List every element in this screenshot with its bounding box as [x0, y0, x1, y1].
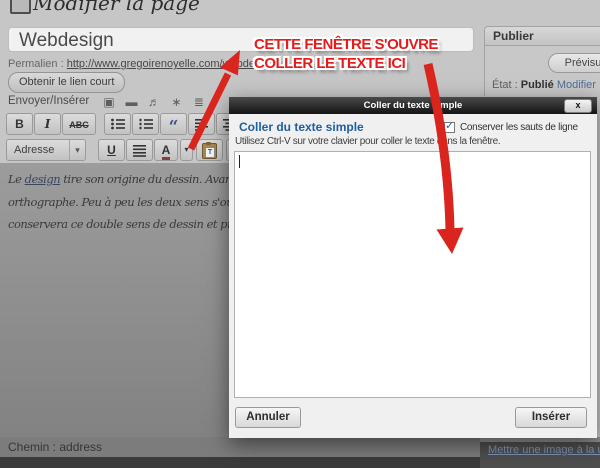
modal-titlebar[interactable]: Coller du texte simple: [229, 97, 597, 114]
publish-box: Publier Prévisu État : Publié Modifier: [484, 26, 600, 96]
status-value: Publié: [521, 79, 554, 91]
keep-linebreaks-checkbox[interactable]: ✓: [444, 122, 455, 133]
permalink-label: Permalien :: [8, 58, 64, 70]
italic-button[interactable]: I: [34, 113, 61, 135]
justify-button[interactable]: [126, 139, 153, 161]
upload-insert-label: Envoyer/Insérer: [8, 95, 89, 107]
modal-heading: Coller du texte simple: [239, 120, 364, 134]
modal-instruction: Utilisez Ctrl-V sur votre clavier pour c…: [235, 136, 500, 147]
annotation-line-2: COLLER LE TEXTE ICI: [254, 55, 405, 72]
editor-line-1: Le design tire son origine du dessin. Av…: [8, 168, 255, 191]
strikethrough-button[interactable]: ABC: [62, 113, 96, 135]
editor-line-2: orthographe. Peu à peu les deux sens s'o…: [8, 191, 255, 214]
sidebar-bottom-area: Mettre une image à la u: [480, 437, 600, 468]
text-color-button[interactable]: A: [154, 139, 178, 161]
underline-button[interactable]: U: [98, 139, 125, 161]
bold-button[interactable]: B: [6, 113, 33, 135]
text-cursor: [239, 155, 240, 168]
paste-textarea[interactable]: [234, 151, 591, 398]
wordpress-edit-page-screen: Modifier la page Webdesign Permalien : h…: [0, 0, 600, 468]
publish-box-header: Publier: [484, 26, 600, 46]
insert-button[interactable]: Insérer: [515, 407, 587, 428]
edit-page-icon: [10, 0, 31, 14]
numbered-list-icon: [138, 117, 154, 131]
chevron-down-icon: ▾: [69, 140, 85, 160]
paste-as-text-button[interactable]: T: [196, 139, 223, 161]
design-link[interactable]: design: [25, 172, 61, 186]
status-edit-link[interactable]: Modifier: [557, 79, 596, 91]
cancel-button[interactable]: Annuler: [235, 407, 301, 428]
featured-image-link[interactable]: Mettre une image à la u: [488, 444, 600, 456]
add-image-icon[interactable]: ▣: [100, 95, 118, 109]
paste-text-icon: T: [202, 143, 217, 159]
check-icon: ✓: [445, 119, 454, 132]
get-shortlink-button[interactable]: Obtenir le lien court: [8, 72, 125, 93]
add-video-icon[interactable]: ▬: [122, 95, 140, 109]
chevron-down-icon: ▾: [184, 145, 188, 154]
bullet-list-icon: [110, 117, 126, 131]
numbered-list-button[interactable]: [132, 113, 159, 135]
justify-icon: [132, 143, 148, 157]
bullet-list-button[interactable]: [104, 113, 131, 135]
blockquote-button[interactable]: “: [160, 113, 187, 135]
path-status: Chemin : address: [8, 440, 102, 454]
media-icon-row: ▣ ▬ ♬ ∗ ≣: [100, 93, 208, 111]
editor-text: Le design tire son origine du dessin. Av…: [8, 168, 255, 236]
annotation-line-1: CETTE FENÊTRE S'OUVRE: [254, 36, 438, 53]
post-title-value: Webdesign: [19, 30, 114, 51]
permalink-row: Permalien : http://www.gregoirenoyelle.c…: [8, 58, 275, 70]
keep-linebreaks-label: Conserver les sauts de ligne: [460, 122, 578, 133]
status-line: État : Publié Modifier: [492, 79, 596, 91]
editor-line-3: conservera ce double sens de dessin et p…: [8, 213, 255, 236]
status-label: État :: [492, 79, 518, 91]
format-select[interactable]: Adresse ▾: [6, 139, 86, 161]
add-audio-icon[interactable]: ♬: [145, 95, 163, 109]
text-color-dropdown[interactable]: ▾: [180, 139, 193, 161]
format-select-value: Adresse: [14, 144, 54, 156]
permalink-url[interactable]: http://www.gregoirenoyelle.com/webdesign: [67, 58, 276, 70]
preview-button[interactable]: Prévisu: [548, 53, 600, 73]
align-left-button[interactable]: [188, 113, 215, 135]
add-custom-icon[interactable]: ≣: [190, 95, 208, 109]
close-icon[interactable]: x: [564, 99, 592, 113]
paste-plain-text-modal: Coller du texte simple x Coller du texte…: [229, 97, 597, 438]
page-title: Modifier la page: [33, 0, 200, 15]
align-left-icon: [194, 117, 210, 131]
editor-path-bar: Chemin : address: [0, 437, 480, 458]
add-media-icon[interactable]: ∗: [167, 95, 185, 109]
